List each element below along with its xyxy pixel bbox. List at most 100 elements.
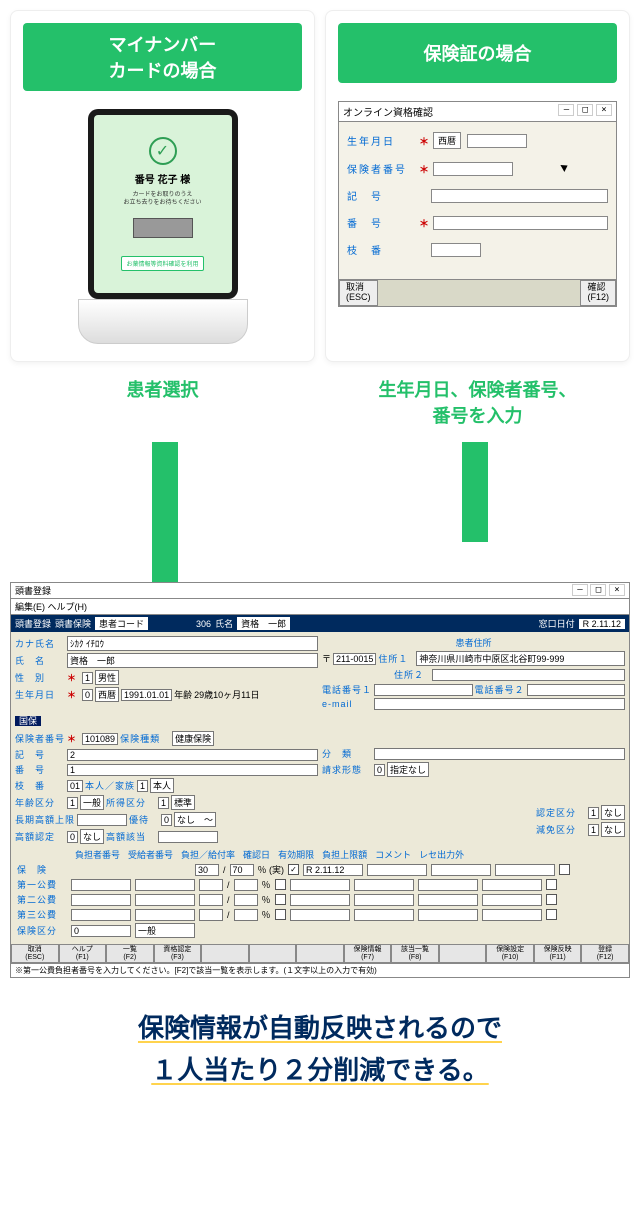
rec-value: なし	[601, 805, 625, 820]
addr1-label: 住所１	[378, 652, 414, 665]
fn-f9[interactable]	[439, 944, 487, 963]
fn-f3[interactable]: 資格認定(F3)	[154, 944, 202, 963]
branch-label: 枝 番	[15, 779, 65, 792]
fn-f11[interactable]: 保険反映(F11)	[534, 944, 582, 963]
check-icon: ✓	[149, 137, 177, 165]
red-code[interactable]: 1	[588, 824, 599, 836]
name-input[interactable]: 資格 一郎	[67, 653, 318, 668]
kind-value: 健康保険	[172, 731, 214, 746]
rel-label: 本人／家族	[85, 779, 135, 792]
fn-f5[interactable]	[249, 944, 297, 963]
inscls-code[interactable]: 0	[71, 925, 131, 937]
fn-f8[interactable]: 該当一覧(F8)	[391, 944, 439, 963]
addr1-input[interactable]: 神奈川県川崎市中原区北谷町99-999	[416, 651, 625, 666]
red-value: なし	[601, 822, 625, 837]
number-label: 番 号	[347, 215, 419, 230]
rec-code[interactable]: 1	[588, 807, 599, 819]
birth-value[interactable]: 1991.01.01	[121, 689, 172, 701]
zip-input[interactable]: 211-0015	[333, 653, 376, 665]
number-input[interactable]: 1	[67, 764, 318, 776]
close-icon[interactable]: ×	[609, 584, 625, 596]
branch-input[interactable]: 01	[67, 780, 83, 792]
cap-amount[interactable]	[431, 864, 491, 876]
minimize-icon[interactable]: —	[572, 584, 588, 596]
minimize-icon[interactable]: —	[558, 104, 574, 116]
comment[interactable]	[495, 864, 555, 876]
birth-input[interactable]	[467, 134, 527, 148]
fn-f6[interactable]	[296, 944, 344, 963]
symbol-label: 記 号	[15, 748, 65, 761]
email-input[interactable]	[374, 698, 625, 710]
rel-code[interactable]: 1	[137, 780, 148, 792]
billing-code[interactable]: 0	[374, 764, 385, 776]
class-input[interactable]	[374, 748, 625, 760]
sex-code[interactable]: 1	[82, 672, 93, 684]
agecls-value: 一般	[80, 795, 104, 810]
addr2-input[interactable]	[432, 669, 625, 681]
registration-window: 頭書登録 — □ × 編集(E) ヘルプ(H) 頭書登録 頭書保険 患者コード …	[10, 582, 630, 978]
rate1-input[interactable]: 30	[195, 864, 219, 876]
symbol-input[interactable]	[431, 189, 608, 203]
name-label: 氏名	[215, 617, 233, 630]
insurer-input[interactable]	[433, 162, 513, 176]
confirm-button[interactable]: 確認(F12)	[580, 280, 616, 306]
fn-f12[interactable]: 登録(F12)	[581, 944, 629, 963]
kiosk-hint: カードをお取りのうえお立ち去りをお待ちください	[123, 192, 201, 208]
branch-input[interactable]	[431, 243, 481, 257]
reg-h2: 頭書保険	[55, 617, 91, 630]
cap-label: 長期高額上限	[15, 813, 75, 826]
number-input[interactable]	[433, 216, 608, 230]
caption-left: 患者選択	[10, 362, 315, 442]
rec-label: 認定区分	[536, 806, 586, 819]
reg-h1: 頭書登録	[15, 617, 51, 630]
highamt-code[interactable]: 0	[67, 831, 78, 843]
sex-label: 性 別	[15, 671, 65, 684]
fn-f2[interactable]: 一覧(F2)	[106, 944, 154, 963]
kana-input[interactable]: ｼｶｸ ｲﾁﾛｳ	[67, 636, 318, 651]
close-icon[interactable]: ×	[596, 104, 612, 116]
era-combo[interactable]: 西暦	[433, 132, 461, 149]
out-check[interactable]	[559, 864, 570, 875]
symbol-label: 記 号	[347, 188, 419, 203]
tel2-label: 電話番号２	[475, 683, 525, 696]
symbol-input[interactable]: 2	[67, 749, 318, 761]
addr-header: 患者住所	[322, 636, 625, 649]
agecls-code[interactable]: 1	[67, 797, 78, 809]
insurer-label: 保険者番号	[347, 161, 419, 176]
merit-code[interactable]: 0	[161, 814, 172, 826]
cancel-button[interactable]: 取消(ESC)	[339, 280, 378, 306]
inccls-code[interactable]: 1	[158, 797, 169, 809]
birth-code[interactable]: 0	[82, 689, 93, 701]
cap-input[interactable]	[77, 814, 127, 826]
conclusion: 保険情報が自動反映されるので １人当たり２分削減できる。	[10, 978, 630, 1121]
fn-f10[interactable]: 保険設定(F10)	[486, 944, 534, 963]
red-label: 減免区分	[536, 823, 586, 836]
tel1-input[interactable]	[374, 684, 472, 696]
fn-f7[interactable]: 保険情報(F7)	[344, 944, 392, 963]
date-box: R 2.11.12	[579, 619, 625, 629]
reg-wintitle: 頭書登録	[15, 584, 51, 597]
fn-esc[interactable]: 取消(ESC)	[11, 944, 59, 963]
valid-date[interactable]	[367, 864, 427, 876]
menu-bar[interactable]: 編集(E) ヘルプ(H)	[11, 599, 629, 615]
confirm-check[interactable]: ✓	[288, 864, 299, 875]
birth-label: 生年月日	[15, 688, 65, 701]
maximize-icon[interactable]: □	[590, 584, 606, 596]
card-slot-icon	[133, 218, 193, 238]
confirm-date[interactable]: R 2.11.12	[303, 864, 363, 876]
kiosk-name: 番号 花子 様	[135, 171, 191, 186]
insurer-input[interactable]: 101089	[82, 733, 118, 745]
highamt2-input[interactable]	[158, 831, 218, 843]
date-label: 窓口日付	[539, 617, 575, 630]
name-box: 資格 一郎	[237, 617, 290, 630]
rate2-input[interactable]: 70	[230, 864, 254, 876]
maximize-icon[interactable]: □	[577, 104, 593, 116]
sex-value: 男性	[95, 670, 119, 685]
fn-f4[interactable]	[201, 944, 249, 963]
rel-value: 本人	[150, 778, 174, 793]
fn-bar: 取消(ESC) ヘルプ(F1) 一覧(F2) 資格認定(F3) 保険情報(F7)…	[11, 944, 629, 963]
tel2-input[interactable]	[527, 684, 625, 696]
fn-f1[interactable]: ヘルプ(F1)	[59, 944, 107, 963]
ins-row-pub3: 第三公費 / ％	[11, 906, 629, 921]
conclusion-l2: １人当たり２分削減できる。	[20, 1050, 620, 1092]
